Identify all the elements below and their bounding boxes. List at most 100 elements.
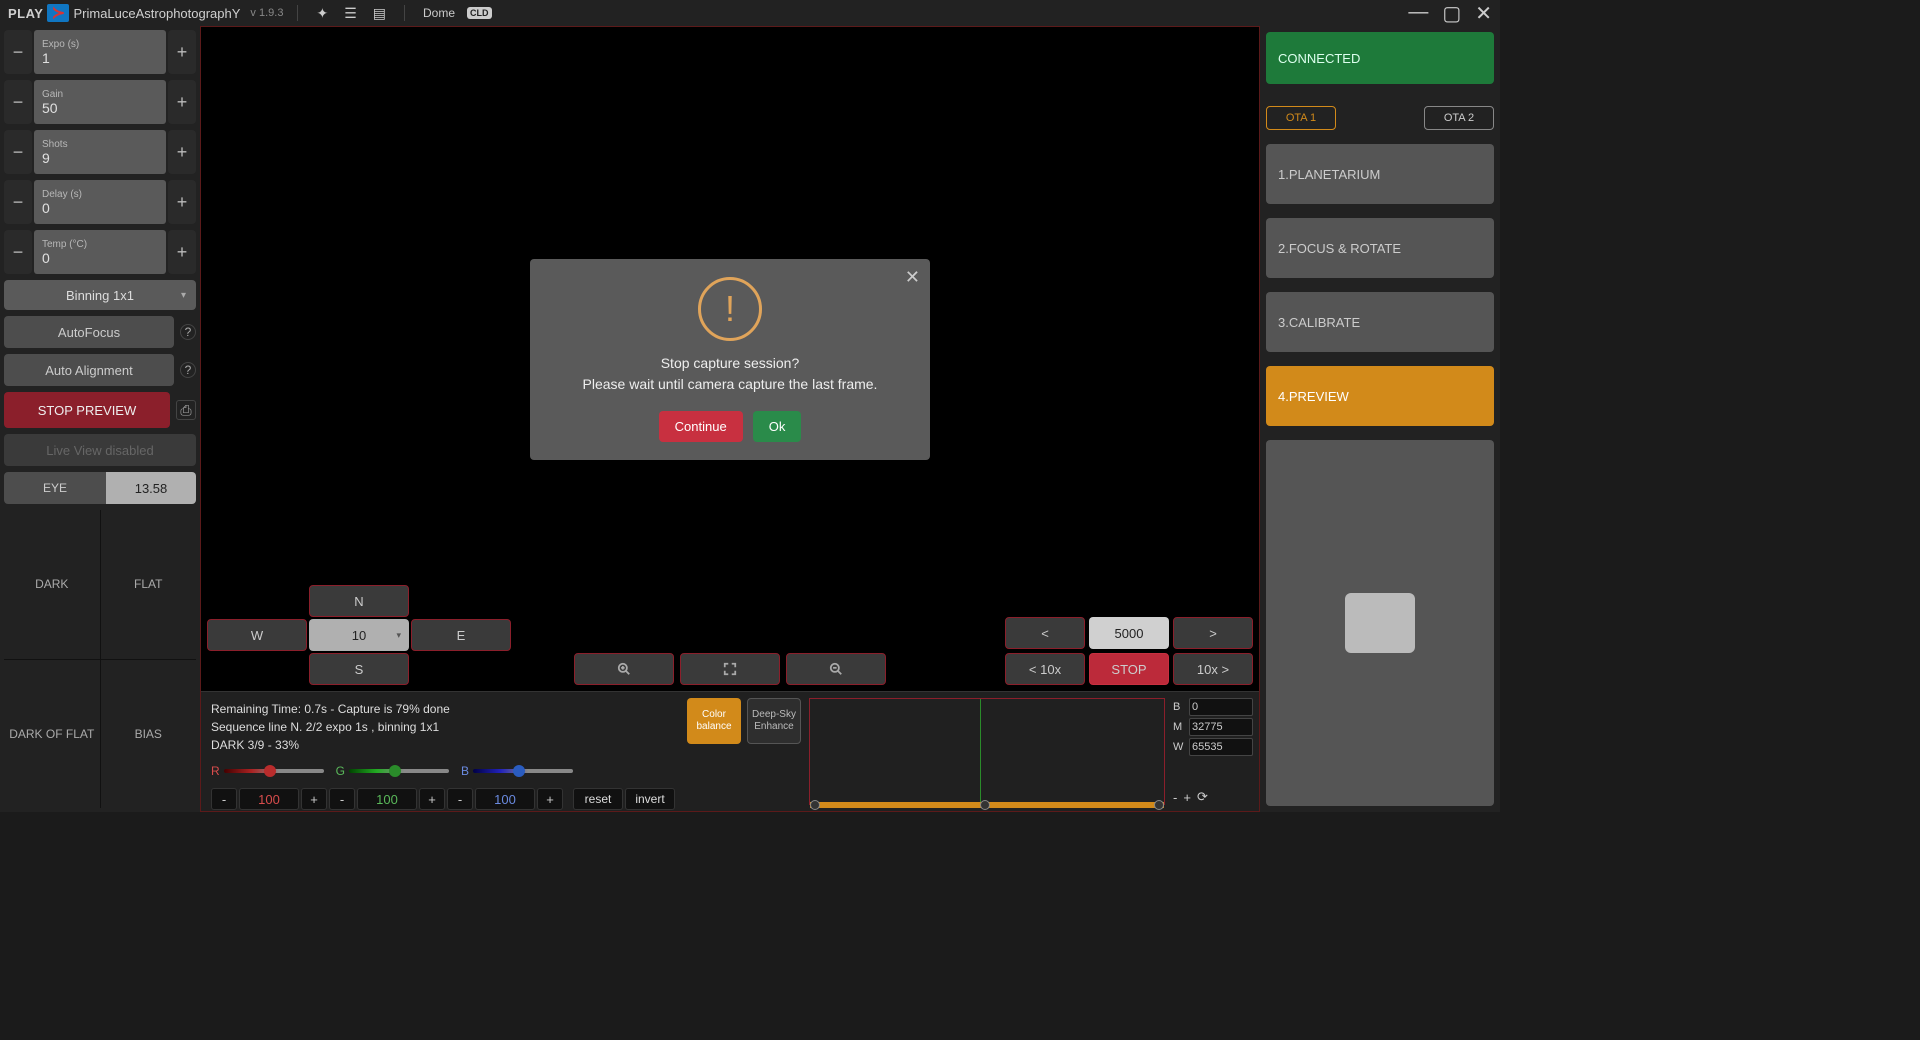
temp-minus[interactable]: − [4,230,32,274]
blue-slider[interactable] [473,769,573,773]
r-value: 100 [239,788,299,810]
delay-plus[interactable]: + [168,180,196,224]
delay-stepper: − Delay (s)0 + [4,180,196,224]
close-icon[interactable]: ✕ [1475,1,1492,26]
modal-continue-button[interactable]: Continue [659,411,743,442]
shots-value[interactable]: 9 [42,150,158,166]
b-plus[interactable]: + [537,788,563,810]
ota2-button[interactable]: OTA 2 [1424,106,1494,130]
gain-stepper: − Gain50 + [4,80,196,124]
brand-logo: ≻ [47,4,69,22]
autoalign-info-icon[interactable]: ? [180,362,196,378]
telescope-icon[interactable]: ✦ [312,5,332,22]
delay-value[interactable]: 0 [42,200,158,216]
stop-preview-button[interactable]: STOP PREVIEW [4,392,170,428]
modal-ok-button[interactable]: Ok [753,411,802,442]
green-slider[interactable] [349,769,449,773]
status-line-2: Sequence line N. 2/2 expo 1s , binning 1… [211,720,675,734]
level-white-input[interactable] [1189,738,1253,756]
temp-plus[interactable]: + [168,230,196,274]
level-plus[interactable]: + [1183,790,1191,805]
dome-status-badge: CLD [467,7,492,19]
levels: B M W [1173,698,1253,756]
play-label: PLAY [8,6,43,21]
histogram[interactable] [809,698,1165,805]
app-version: v 1.9.3 [250,7,283,19]
shots-minus[interactable]: − [4,130,32,174]
confirm-modal: ✕ ! Stop capture session? Please wait un… [530,259,930,460]
modal-message: Stop capture session? Please wait until … [583,353,878,395]
left-panel: − Expo (s)1 + − Gain50 + − Shots9 + − De… [0,26,200,812]
flat-button[interactable]: FLAT [101,510,197,659]
brand: PLAY ≻ PrimaLuceAstrophotographY v 1.9.3 [8,4,283,22]
modal-overlay: ✕ ! Stop capture session? Please wait un… [201,27,1259,691]
temp-value[interactable]: 0 [42,250,158,266]
status-line-3: DARK 3/9 - 33% [211,738,675,752]
r-minus[interactable]: - [211,788,237,810]
b-value: 100 [475,788,535,810]
stage-planetarium[interactable]: 1.PLANETARIUM [1266,144,1494,204]
expo-minus[interactable]: − [4,30,32,74]
dome-label[interactable]: Dome [419,6,459,20]
autoalign-button[interactable]: Auto Alignment [4,354,174,386]
expo-stepper: − Expo (s)1 + [4,30,196,74]
autofocus-button[interactable]: AutoFocus [4,316,174,348]
eye-label[interactable]: EYE [4,472,106,504]
mini-preview-box [1345,593,1415,653]
right-panel: CONNECTED OTA 1 OTA 2 1.PLANETARIUM 2.FO… [1260,26,1500,812]
stage-preview[interactable]: 4.PREVIEW [1266,366,1494,426]
g-value: 100 [357,788,417,810]
header: PLAY ≻ PrimaLuceAstrophotographY v 1.9.3… [0,0,1500,26]
eye-value: 13.58 [106,472,196,504]
app-subtitle: PrimaLuceAstrophotographY [73,6,240,21]
level-mid-input[interactable] [1189,718,1253,736]
expo-value[interactable]: 1 [42,50,158,66]
b-minus[interactable]: - [447,788,473,810]
maximize-icon[interactable]: ▢ [1442,1,1461,26]
center-panel: N W 10▾ E S < [200,26,1260,812]
reset-button[interactable]: reset [573,788,623,810]
status-line-1: Remaining Time: 0.7s - Capture is 79% do… [211,702,675,716]
stage-calibrate[interactable]: 3.CALIBRATE [1266,292,1494,352]
expo-plus[interactable]: + [168,30,196,74]
temp-stepper: − Temp (°C)0 + [4,230,196,274]
sliders-icon[interactable]: ☰ [340,5,361,22]
delay-minus[interactable]: − [4,180,32,224]
capture-status: Remaining Time: 0.7s - Capture is 79% do… [207,698,679,805]
level-minus[interactable]: - [1173,790,1177,805]
gain-plus[interactable]: + [168,80,196,124]
modal-close-icon[interactable]: ✕ [905,267,920,288]
save-icon[interactable]: ▤ [369,5,390,22]
level-black-input[interactable] [1189,698,1253,716]
connection-status[interactable]: CONNECTED [1266,32,1494,84]
autofocus-info-icon[interactable]: ? [180,324,196,340]
bottom-strip: Remaining Time: 0.7s - Capture is 79% do… [201,691,1259,811]
bias-button[interactable]: BIAS [101,660,197,809]
minimize-icon[interactable]: — [1408,1,1428,26]
r-plus[interactable]: + [301,788,327,810]
warning-icon: ! [698,277,762,341]
eye-row: EYE 13.58 [4,472,196,504]
save-preview-icon[interactable]: ⎙ [176,400,196,420]
g-plus[interactable]: + [419,788,445,810]
chevron-down-icon: ▾ [181,290,186,301]
shots-plus[interactable]: + [168,130,196,174]
frame-type-grid: DARK FLAT DARK OF FLAT BIAS [4,510,196,808]
gain-minus[interactable]: − [4,80,32,124]
darkofflat-button[interactable]: DARK OF FLAT [4,660,100,809]
deepsky-enhance-button[interactable]: Deep-Sky Enhance [747,698,801,744]
shots-stepper: − Shots9 + [4,130,196,174]
liveview-button: Live View disabled [4,434,196,466]
mini-preview[interactable] [1266,440,1494,806]
gain-value[interactable]: 50 [42,100,158,116]
stage-focus-rotate[interactable]: 2.FOCUS & ROTATE [1266,218,1494,278]
red-slider[interactable] [224,769,324,773]
dark-button[interactable]: DARK [4,510,100,659]
binning-select[interactable]: Binning 1x1▾ [4,280,196,310]
preview-viewport[interactable]: N W 10▾ E S < [201,27,1259,691]
level-refresh-icon[interactable]: ⟳ [1197,789,1208,805]
g-minus[interactable]: - [329,788,355,810]
color-balance-button[interactable]: Color balance [687,698,741,744]
ota1-button[interactable]: OTA 1 [1266,106,1336,130]
invert-button[interactable]: invert [625,788,675,810]
